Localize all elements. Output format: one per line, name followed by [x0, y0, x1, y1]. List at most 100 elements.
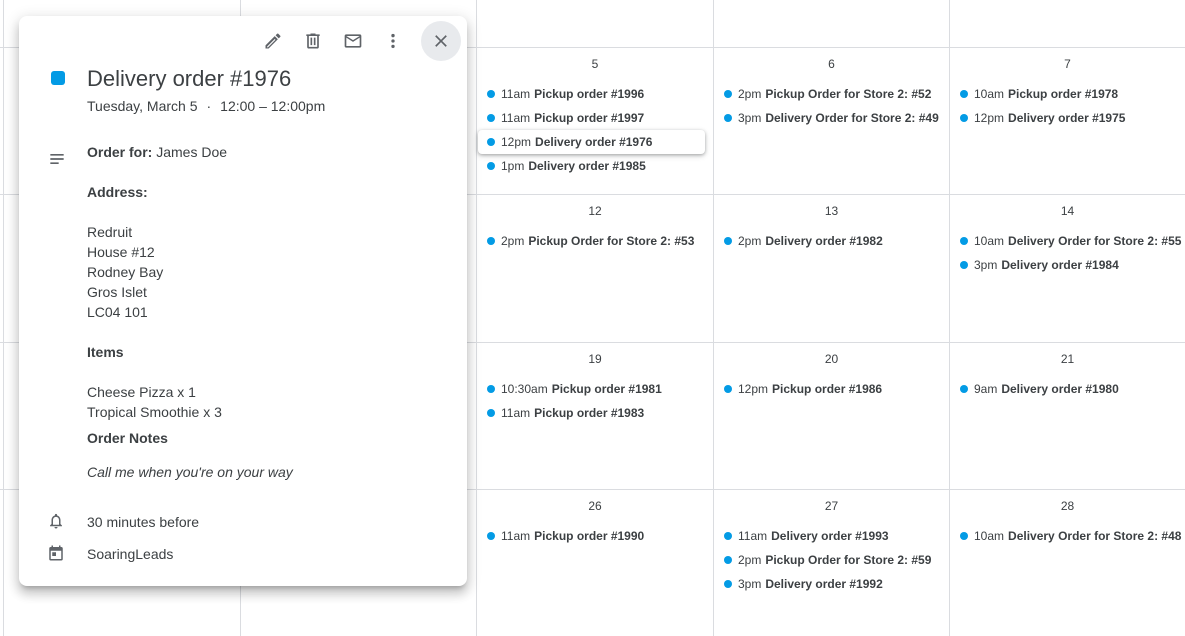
day-cell[interactable]: 5 11am Pickup order #1996 11am Pickup order …	[477, 48, 713, 195]
day-cell[interactable]: 26 11am Pickup order #1990	[477, 490, 713, 636]
event-dot-icon	[487, 162, 495, 170]
event-time: 12pm	[738, 382, 769, 396]
calendar-event[interactable]: 2pm Pickup Order for Store 2: #59	[714, 548, 949, 572]
event-title-text: Pickup Order for Store 2: #53	[528, 234, 695, 248]
day-cell[interactable]: 20 12pm Pickup order #1986	[714, 343, 949, 490]
calendar-event[interactable]: 2pm Pickup Order for Store 2: #52	[714, 82, 949, 106]
calendar-event[interactable]: 11am Pickup order #1990	[477, 524, 713, 548]
popup-toolbar	[253, 21, 461, 61]
calendar-event[interactable]: 10am Delivery Order for Store 2: #55	[950, 229, 1185, 253]
day-number[interactable]: 5	[477, 57, 713, 71]
event-time: 11am	[501, 111, 531, 125]
calendar-event[interactable]: 10am Delivery Order for Store 2: #48	[950, 524, 1185, 548]
day-number[interactable]: 12	[477, 204, 713, 218]
close-popup-button[interactable]	[421, 21, 461, 61]
day-cell[interactable]: 12 2pm Pickup Order for Store 2: #53	[477, 195, 713, 342]
event-time: 11am	[501, 529, 531, 543]
item-line: Tropical Smoothie x 3	[87, 404, 222, 420]
event-title-text: Pickup order #1990	[534, 529, 645, 543]
day-cell[interactable]: 28 10am Delivery Order for Store 2: #48	[950, 490, 1185, 636]
day-number[interactable]: 20	[714, 352, 949, 366]
day-cell[interactable]: 27 11am Delivery order #1993 2pm Pickup Orde…	[714, 490, 949, 636]
day-cell[interactable]: 14 10am Delivery Order for Store 2: #55 3pm…	[950, 195, 1185, 342]
event-title-text: Delivery order #1982	[765, 234, 883, 248]
day-number[interactable]: 21	[950, 352, 1185, 366]
day-number[interactable]: 26	[477, 499, 713, 513]
calendar-event[interactable]: 12pm Pickup order #1986	[714, 377, 949, 401]
day-cell[interactable]: 7 10am Pickup order #1978 12pm Delivery orde…	[950, 48, 1185, 195]
event-time: 2pm	[738, 234, 762, 248]
calendar-event[interactable]: 10:30am Pickup order #1981	[477, 377, 713, 401]
event-datetime: Tuesday, March 5 · 12:00 – 12:00pm	[87, 98, 325, 114]
day-cell[interactable]: 6 2pm Pickup Order for Store 2: #52 3pm Deli…	[714, 48, 949, 195]
event-time-range: 12:00 – 12:00pm	[220, 98, 326, 114]
event-dot-icon	[724, 114, 732, 122]
calendar-event[interactable]: 11am Pickup order #1983	[477, 401, 713, 425]
day-events: 2pm Delivery order #1982	[714, 229, 949, 253]
reminder-text: 30 minutes before	[87, 514, 200, 530]
event-dot-icon	[724, 90, 732, 98]
more-vert-icon	[391, 33, 395, 49]
delete-event-button[interactable]	[293, 22, 333, 60]
event-title: Delivery order #1976	[87, 66, 292, 91]
order-for-line: Order for: James Doe	[87, 142, 293, 162]
calendar-event[interactable]: 11am Pickup order #1996	[477, 82, 713, 106]
day-number[interactable]: 6	[714, 57, 949, 71]
event-dot-icon	[487, 237, 495, 245]
calendar-event[interactable]: 11am Pickup order #1997	[477, 106, 713, 130]
event-time: 3pm	[738, 577, 762, 591]
day-number[interactable]: 27	[714, 499, 949, 513]
event-time: 12pm	[501, 135, 532, 149]
calendar-event[interactable]: 12pm Delivery order #1976	[478, 130, 705, 154]
event-dot-icon	[487, 385, 495, 393]
event-time: 2pm	[501, 234, 525, 248]
calendar-name: SoaringLeads	[87, 546, 174, 562]
day-events: 10:30am Pickup order #1981 11am Pickup orde…	[477, 377, 713, 425]
calendar-event[interactable]: 2pm Delivery order #1982	[714, 229, 949, 253]
calendar-event[interactable]: 1pm Delivery order #1985	[477, 154, 713, 178]
calendar-event[interactable]: 3pm Delivery Order for Store 2: #49	[714, 106, 949, 130]
calendar-event[interactable]: 3pm Delivery order #1984	[950, 253, 1185, 277]
address-label: Address:	[87, 184, 148, 200]
day-cell[interactable]: 21 9am Delivery order #1980	[950, 343, 1185, 490]
calendar-event[interactable]: 10am Pickup order #1978	[950, 82, 1185, 106]
event-dot-icon	[960, 385, 968, 393]
day-events: 10am Pickup order #1978 12pm Delivery order…	[950, 82, 1185, 130]
calendar-event[interactable]: 2pm Pickup Order for Store 2: #53	[477, 229, 713, 253]
event-title-text: Pickup order #1986	[772, 382, 883, 396]
event-title-text: Delivery Order for Store 2: #48	[1008, 529, 1182, 543]
day-number[interactable]: 19	[477, 352, 713, 366]
event-time: 11am	[501, 87, 531, 101]
event-title-text: Delivery order #1976	[535, 135, 653, 149]
event-time: 12pm	[974, 111, 1005, 125]
more-options-button[interactable]	[373, 22, 413, 60]
day-number[interactable]: 7	[950, 57, 1185, 71]
event-dot-icon	[960, 90, 968, 98]
day-cell[interactable]: 13 2pm Delivery order #1982	[714, 195, 949, 342]
calendar-event[interactable]: 9am Delivery order #1980	[950, 377, 1185, 401]
edit-event-button[interactable]	[253, 22, 293, 60]
calendar-event[interactable]: 3pm Delivery order #1992	[714, 572, 949, 596]
event-title-text: Pickup Order for Store 2: #52	[765, 87, 932, 101]
event-color-swatch	[51, 71, 65, 85]
event-time: 2pm	[738, 553, 762, 567]
mail-icon	[344, 34, 362, 48]
day-number[interactable]: 14	[950, 204, 1185, 218]
calendar-row: SoaringLeads	[47, 544, 173, 564]
event-title-text: Delivery order #1985	[528, 159, 646, 173]
calendar-event[interactable]: 12pm Delivery order #1975	[950, 106, 1185, 130]
event-time: 3pm	[974, 258, 998, 272]
day-number[interactable]: 28	[950, 499, 1185, 513]
event-title-text: Delivery order #1993	[771, 529, 889, 543]
event-dot-icon	[487, 532, 495, 540]
day-events: 10am Delivery Order for Store 2: #48	[950, 524, 1185, 548]
event-title-text: Pickup order #1997	[534, 111, 645, 125]
item-line: Cheese Pizza x 1	[87, 384, 196, 400]
email-guests-button[interactable]	[333, 22, 373, 60]
event-time: 1pm	[501, 159, 525, 173]
day-number[interactable]: 13	[714, 204, 949, 218]
calendar-event[interactable]: 11am Delivery order #1993	[714, 524, 949, 548]
day-events: 9am Delivery order #1980	[950, 377, 1185, 401]
day-cell[interactable]: 19 10:30am Pickup order #1981 11am Pickup or…	[477, 343, 713, 490]
event-description: Order for: James Doe Address: Redruit Ho…	[87, 142, 293, 482]
